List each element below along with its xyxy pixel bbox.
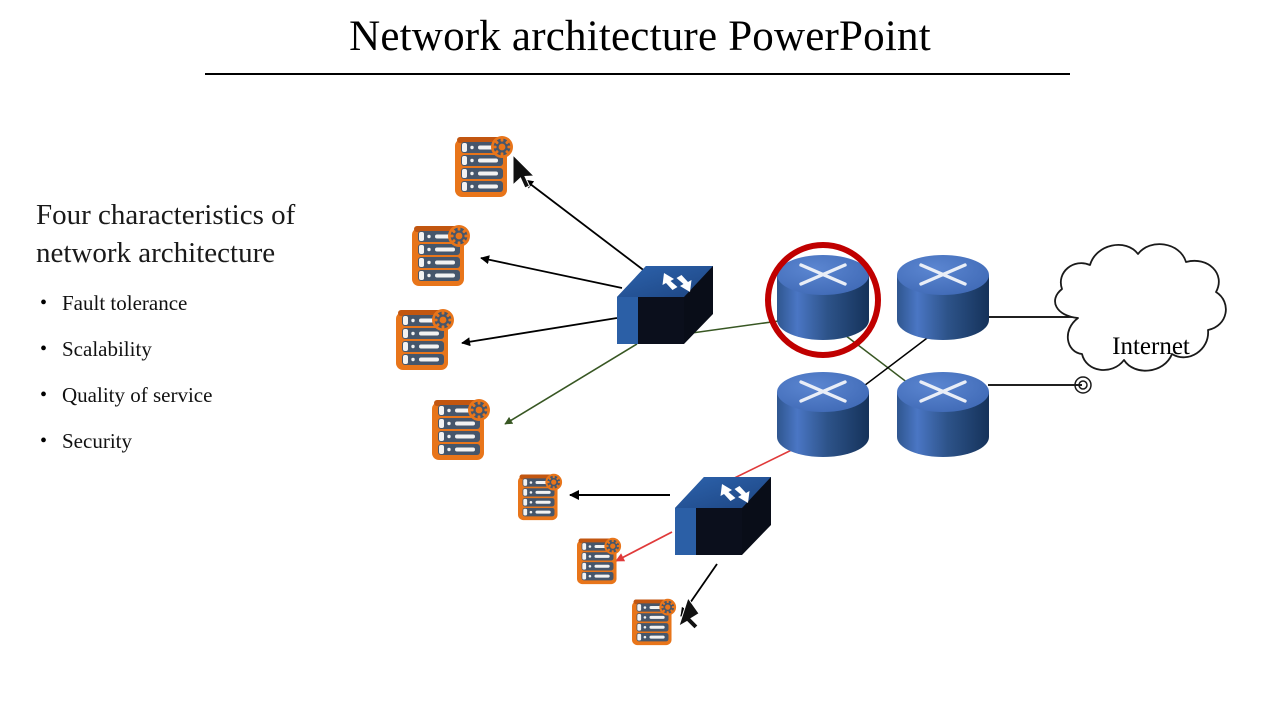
link-switch-top-to-server-4	[504, 343, 638, 425]
gear-icon	[432, 309, 454, 331]
link-switch-top-to-server-2	[480, 255, 623, 289]
link-switch-top-to-server-1	[524, 179, 647, 273]
server-1[interactable]	[455, 136, 513, 197]
cloud-label: Internet	[1112, 333, 1190, 360]
gear-icon	[468, 399, 490, 421]
link-switch-top-to-server-3	[461, 317, 618, 347]
router-bottom-left[interactable]	[777, 372, 869, 457]
gear-icon	[604, 537, 622, 555]
core-switch-bottom[interactable]	[675, 477, 771, 555]
network-diagram	[396, 136, 1227, 646]
server-5[interactable]	[518, 473, 563, 521]
server-4[interactable]	[432, 399, 490, 460]
slide-canvas: Network architecture PowerPoint Four cha…	[0, 0, 1280, 720]
gear-icon	[659, 598, 677, 616]
server-6[interactable]	[577, 537, 622, 585]
gear-icon	[491, 136, 513, 158]
internet-cloud	[1054, 243, 1227, 394]
router-top-left[interactable]	[777, 255, 869, 340]
server-3[interactable]	[396, 309, 454, 370]
gear-icon	[545, 473, 563, 491]
server-2[interactable]	[412, 225, 470, 286]
router-top-right[interactable]	[897, 255, 989, 340]
gear-icon	[448, 225, 470, 247]
cursor-pointer-icon	[512, 153, 536, 189]
link-switch-bottom-to-server-6	[615, 531, 673, 562]
server-7[interactable]	[632, 598, 677, 646]
router-bottom-right[interactable]	[897, 372, 989, 457]
